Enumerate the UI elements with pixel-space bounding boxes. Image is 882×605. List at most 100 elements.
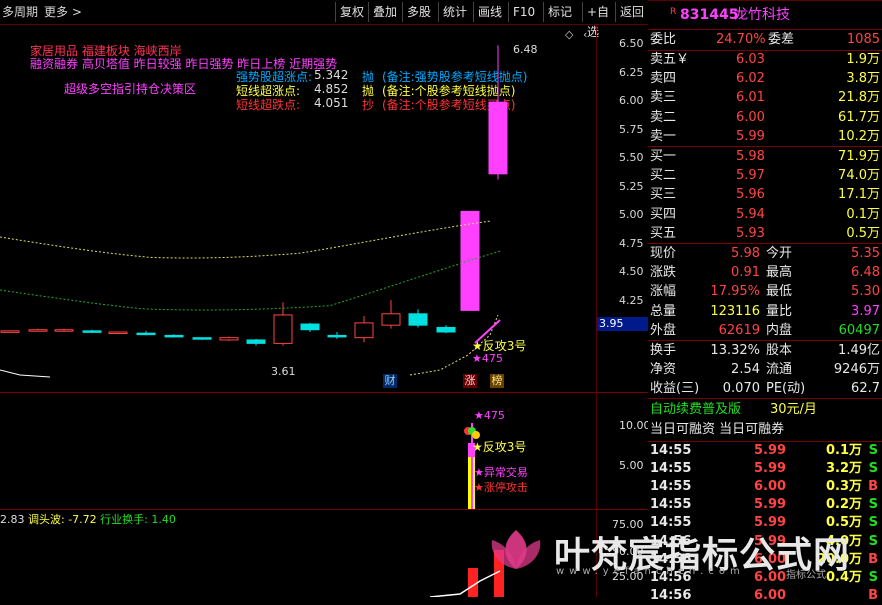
candle-body[interactable] bbox=[273, 314, 293, 344]
book-row[interactable]: 卖三 6.01 21.8万 bbox=[648, 89, 882, 107]
candle-body[interactable] bbox=[246, 339, 266, 344]
book-row[interactable]: 买五 5.93 0.5万 bbox=[648, 225, 882, 243]
book-volume: 71.9万 bbox=[838, 149, 880, 164]
r-badge: R bbox=[670, 7, 677, 17]
divider bbox=[648, 340, 882, 341]
book-volume: 17.1万 bbox=[838, 187, 880, 203]
book-row[interactable]: 卖二 6.00 61.7万 bbox=[648, 109, 882, 127]
book-row[interactable]: 买三 5.96 17.1万 bbox=[648, 186, 882, 204]
quote-value: 5.35 bbox=[851, 246, 880, 261]
toolbar-button[interactable]: 统计 bbox=[438, 2, 473, 22]
book-price: 5.98 bbox=[736, 149, 765, 164]
tick-side: S bbox=[868, 533, 878, 549]
star-icon: ★ bbox=[474, 481, 484, 494]
stat-label: 股本 bbox=[766, 343, 793, 358]
quote-label: 量比 bbox=[766, 303, 793, 319]
promo-row[interactable]: 自动续费普及版 30元/月 bbox=[648, 401, 882, 419]
toolbar-button[interactable]: F10 bbox=[508, 2, 543, 22]
book-row[interactable]: 买一 5.98 71.9万 bbox=[648, 148, 882, 166]
candle-body[interactable] bbox=[488, 101, 508, 175]
tick-row: 14:55 5.99 0.2万 S bbox=[648, 496, 882, 514]
sub-ytick: 5.00 bbox=[619, 459, 644, 472]
book-price: 6.03 bbox=[736, 52, 765, 67]
book-row[interactable]: 卖四 6.02 3.8万 bbox=[648, 70, 882, 88]
stat-value: 13.32% bbox=[710, 343, 760, 358]
quote-value: 5.98 bbox=[731, 246, 760, 261]
candle-body[interactable] bbox=[82, 330, 102, 333]
tick-price: 5.99 bbox=[754, 461, 787, 477]
limit-up-marker[interactable]: 涨 bbox=[463, 374, 477, 388]
book-row[interactable]: 卖五￥ 6.03 1.9万 bbox=[648, 51, 882, 69]
book-row[interactable]: 买二 5.97 74.0万 bbox=[648, 167, 882, 185]
quote-value: 3.97 bbox=[851, 303, 880, 319]
candle-body[interactable] bbox=[164, 334, 184, 338]
finance-marker[interactable]: 财 bbox=[383, 374, 397, 388]
toolbar-button[interactable]: 返回 bbox=[615, 2, 648, 22]
toolbar-button[interactable]: +自选 bbox=[582, 2, 615, 39]
more-menu[interactable]: 更多 > bbox=[44, 3, 82, 21]
book-price: 5.96 bbox=[736, 187, 765, 203]
candle-body[interactable] bbox=[327, 334, 347, 338]
candle-body[interactable] bbox=[354, 322, 374, 339]
tick-time: 14:56 bbox=[650, 587, 692, 603]
price-tick: 5.25 bbox=[619, 179, 644, 193]
candle-body[interactable] bbox=[460, 210, 480, 311]
book-row[interactable]: 卖一 5.99 10.2万 bbox=[648, 128, 882, 146]
book-price: 5.93 bbox=[736, 225, 765, 241]
tick-price: 6.00 bbox=[754, 587, 787, 603]
quote-row: 涨跌 0.91 最高 6.48 bbox=[648, 264, 882, 282]
quote-value: 123116 bbox=[710, 303, 760, 319]
stat-label: 换手 bbox=[650, 343, 677, 358]
candle-body[interactable] bbox=[408, 313, 428, 326]
tick-side: S bbox=[868, 569, 878, 585]
tick-time: 14:56 bbox=[650, 533, 692, 549]
stat-label: 净资 bbox=[650, 362, 677, 377]
candle-body[interactable] bbox=[436, 326, 456, 333]
quote-label: 涨幅 bbox=[650, 284, 677, 300]
volume-chart[interactable] bbox=[0, 526, 596, 597]
stat-label: 流通 bbox=[766, 362, 793, 377]
toolbar-button[interactable]: 叠加 bbox=[368, 2, 402, 22]
tick-time: 14:55 bbox=[650, 479, 692, 495]
toolbar-button[interactable]: 标记 bbox=[543, 2, 582, 22]
period-selector[interactable]: 多周期 bbox=[2, 3, 38, 21]
book-label: 买一 bbox=[650, 149, 677, 164]
book-label: 买三 bbox=[650, 187, 677, 203]
stock-header: R 831445 龙竹科技 bbox=[648, 6, 882, 24]
book-row[interactable]: 买四 5.94 0.1万 bbox=[648, 206, 882, 224]
candle-body[interactable] bbox=[28, 329, 48, 332]
book-label: 买五 bbox=[650, 225, 677, 241]
candle-body[interactable] bbox=[192, 337, 212, 340]
toolbar-button[interactable]: 复权 bbox=[335, 2, 368, 22]
candle-body[interactable] bbox=[381, 313, 401, 326]
divider bbox=[648, 146, 882, 147]
quote-value: 6.48 bbox=[851, 265, 880, 281]
candle-body[interactable] bbox=[0, 330, 20, 333]
quote-row: 总量 123116 量比 3.97 bbox=[648, 303, 882, 321]
price-tick: 5.00 bbox=[619, 208, 644, 221]
tick-row: 14:56 6.00 B bbox=[648, 587, 882, 605]
toolbar-button[interactable]: 多股 bbox=[402, 2, 438, 22]
toolbar-button[interactable]: 画线 bbox=[473, 2, 508, 22]
stat-value: 2.54 bbox=[731, 362, 760, 377]
tick-time: 14:55 bbox=[650, 497, 692, 513]
tick-price: 5.99 bbox=[754, 515, 787, 531]
chevron-right-icon: > bbox=[68, 5, 82, 19]
book-volume: 61.7万 bbox=[838, 109, 880, 125]
price-tick: 6.25 bbox=[619, 65, 644, 79]
tick-side: S bbox=[868, 461, 878, 477]
quote-value: 62619 bbox=[718, 322, 760, 338]
margin-row: 当日可融资 当日可融券 bbox=[648, 421, 882, 439]
candle-body[interactable] bbox=[136, 332, 156, 336]
candle-body[interactable] bbox=[108, 331, 128, 334]
candle-body[interactable] bbox=[54, 329, 74, 332]
candle-body[interactable] bbox=[300, 323, 320, 331]
tick-time: 14:55 bbox=[650, 443, 692, 458]
abnormal-trade-label: 异常交易 bbox=[483, 466, 528, 479]
candle-body[interactable] bbox=[219, 337, 239, 341]
ranking-marker[interactable]: 榜 bbox=[490, 374, 504, 388]
tick-volume: 20.0万 bbox=[816, 551, 862, 567]
margin-labels: 当日可融资 当日可融券 bbox=[650, 422, 785, 437]
quote-row: 现价 5.98 今开 5.35 bbox=[648, 245, 882, 263]
quote-label: 今开 bbox=[766, 246, 793, 261]
